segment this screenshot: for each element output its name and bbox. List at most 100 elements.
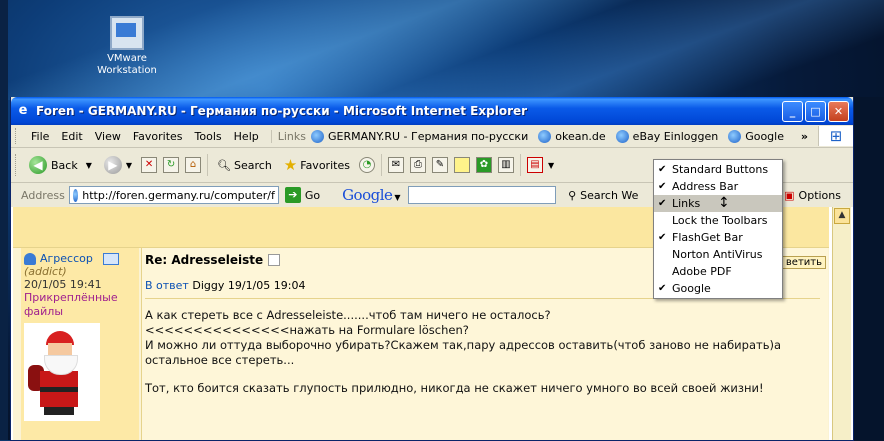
- menu-view[interactable]: View: [89, 130, 127, 143]
- author-role: (addict): [24, 265, 67, 278]
- toolbar-separator: [380, 154, 382, 176]
- minimize-button[interactable]: _: [782, 100, 803, 122]
- google-search-input[interactable]: [408, 186, 557, 204]
- search-web-button[interactable]: ⚲ Search We: [568, 189, 638, 202]
- santa-boots: [44, 407, 74, 415]
- adobe-pdf-icon[interactable]: ▤: [526, 157, 543, 173]
- close-button[interactable]: ✕: [828, 100, 849, 122]
- vmware-icon: [110, 16, 144, 50]
- search-label: Search: [234, 158, 272, 172]
- toolbar-grip[interactable]: [15, 128, 19, 144]
- address-label: Address: [21, 188, 65, 202]
- tools-icon[interactable]: ▥: [497, 157, 514, 173]
- author-name[interactable]: Агрессор: [40, 252, 93, 265]
- google-toolbar-label: Google: [342, 186, 393, 204]
- toolbars-context-menu: Standard Buttons Address Bar Links Lock …: [653, 159, 783, 299]
- menu-favorites[interactable]: Favorites: [127, 130, 189, 143]
- reply-date: 19/1/05 19:04: [227, 279, 306, 292]
- menu-item-adobe-pdf[interactable]: Adobe PDF: [654, 263, 782, 280]
- desktop-edge: [0, 0, 8, 440]
- attachments-line2: файлы: [24, 305, 64, 318]
- title-bar[interactable]: e Foren - GERMANY.RU - Германия по-русск…: [11, 97, 853, 125]
- google-toolbar-logo[interactable]: Google ▼: [342, 186, 400, 204]
- edit-icon[interactable]: ✎: [431, 157, 448, 173]
- menu-item-norton-antivirus[interactable]: Norton AntiVirus: [654, 246, 782, 263]
- pdf-dropdown-icon[interactable]: ▼: [548, 161, 554, 170]
- notes-icon[interactable]: [453, 157, 470, 173]
- windows-logo-icon: ⊞: [818, 126, 853, 146]
- link-okean[interactable]: okean.de: [533, 129, 610, 143]
- link-germany-label: GERMANY.RU - Германия по-русски: [328, 129, 529, 143]
- search-icon: 🔍︎: [217, 158, 231, 172]
- print-icon[interactable]: ⎙: [409, 157, 426, 173]
- back-dropdown-icon[interactable]: ▼: [86, 161, 92, 170]
- menu-bar: File Edit View Favorites Tools Help Link…: [11, 125, 853, 148]
- history-icon[interactable]: ◔: [358, 157, 375, 173]
- reply-prefix-link[interactable]: В ответ: [145, 279, 189, 292]
- link-google-label: Google: [745, 129, 784, 143]
- post-title-text: Re: Adresseleiste: [145, 253, 264, 267]
- menu-item-google[interactable]: Google: [654, 280, 782, 297]
- binoculars-icon: ⚲: [568, 188, 577, 202]
- ie-page-icon: [728, 129, 742, 143]
- flashget-icon[interactable]: ✿: [475, 157, 492, 173]
- menu-item-flashget-bar[interactable]: FlashGet Bar: [654, 229, 782, 246]
- mail-icon[interactable]: ✉: [387, 157, 404, 173]
- menu-edit[interactable]: Edit: [55, 130, 88, 143]
- link-google[interactable]: Google: [723, 129, 789, 143]
- link-ebay-label: eBay Einloggen: [632, 129, 719, 143]
- forward-button[interactable]: ▶ ▼: [98, 152, 138, 178]
- favorites-label: Favorites: [300, 158, 350, 172]
- vertical-scrollbar[interactable]: ▲: [832, 207, 851, 440]
- post-select-checkbox[interactable]: [268, 254, 281, 266]
- address-input[interactable]: http://foren.germany.ru/computer/f: [68, 186, 279, 204]
- ie-page-icon: [311, 129, 324, 143]
- go-button[interactable]: Go: [305, 189, 320, 202]
- link-germany[interactable]: GERMANY.RU - Германия по-русски: [306, 129, 533, 143]
- menu-item-address-bar[interactable]: Address Bar: [654, 178, 782, 195]
- ie-page-icon: [538, 129, 552, 143]
- options-label: Options: [798, 188, 841, 202]
- link-ebay[interactable]: eBay Einloggen: [611, 129, 724, 143]
- window-title: Foren - GERMANY.RU - Германия по-русски …: [36, 104, 528, 118]
- links-label: Links: [270, 129, 306, 143]
- go-arrow-icon[interactable]: ➔: [284, 187, 301, 203]
- signature: Тот, кто боится сказать глупость прилюдн…: [145, 381, 764, 395]
- options-button[interactable]: ▣ Options: [784, 189, 841, 202]
- home-icon[interactable]: ⌂: [185, 157, 202, 173]
- stop-icon[interactable]: ✕: [141, 157, 158, 173]
- ie-logo-icon: e: [18, 103, 28, 118]
- options-icon: ▣: [784, 188, 795, 202]
- user-icon: [24, 252, 36, 265]
- menu-file[interactable]: File: [25, 130, 55, 143]
- refresh-icon[interactable]: ↻: [163, 157, 180, 173]
- attachments-line1: Прикреплённые: [24, 291, 118, 304]
- link-okean-label: okean.de: [555, 129, 606, 143]
- toolbar-separator: [207, 154, 209, 176]
- back-button[interactable]: ◀ Back ▼: [23, 152, 98, 178]
- menu-item-lock-toolbars[interactable]: Lock the Toolbars: [654, 212, 782, 229]
- reply-button[interactable]: ветить: [781, 256, 826, 269]
- scroll-up-icon[interactable]: ▲: [834, 208, 850, 224]
- menu-item-standard-buttons[interactable]: Standard Buttons: [654, 161, 782, 178]
- maximize-button[interactable]: □: [805, 100, 826, 122]
- menu-tools[interactable]: Tools: [189, 130, 228, 143]
- post-line: И можно ли оттуда выборочно убирать?Скаж…: [145, 338, 782, 352]
- post-text: А как стереть все с Adresseleiste.......…: [145, 308, 828, 368]
- toolbar-grip[interactable]: [15, 154, 19, 176]
- address-url: http://foren.germany.ru/computer/f: [82, 188, 275, 202]
- private-message-icon[interactable]: [102, 252, 119, 265]
- page-icon: [72, 188, 79, 202]
- attachments-link[interactable]: Прикреплённые файлы: [24, 291, 136, 319]
- santa-belt: [40, 387, 78, 392]
- search-web-label: Search We: [580, 188, 639, 202]
- google-dropdown-icon: ▼: [394, 193, 401, 202]
- post-author-panel: Агрессор (addict) 20/1/05 19:41 Прикрепл…: [21, 248, 139, 440]
- links-chevron[interactable]: »: [801, 130, 808, 143]
- forward-dropdown-icon[interactable]: ▼: [126, 161, 132, 170]
- favorites-button[interactable]: ★ Favorites: [278, 152, 356, 178]
- desktop-icon-label-line1: VMware: [107, 53, 147, 64]
- search-button[interactable]: 🔍︎ Search: [211, 152, 278, 178]
- menu-help[interactable]: Help: [228, 130, 265, 143]
- desktop-icon-vmware[interactable]: VMware Workstation: [95, 16, 159, 77]
